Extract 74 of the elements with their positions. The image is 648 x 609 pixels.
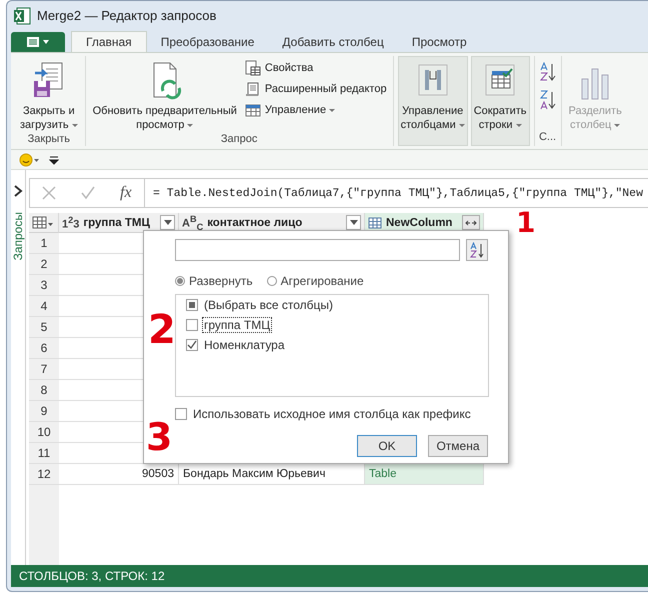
- ribbon-button[interactable]: Обновить предварительный просмотр: [90, 56, 240, 133]
- row-number: 6: [29, 338, 59, 359]
- menu-icon: [25, 36, 51, 48]
- status-bar: СТОЛБЦОВ: 3, СТРОК: 12: [11, 565, 648, 587]
- annotation-mark: 3: [146, 418, 172, 456]
- checkbox-option[interactable]: Использовать исходное имя столбца как префикс: [175, 407, 472, 421]
- annotation-mark: 1: [516, 209, 536, 237]
- radio-option[interactable]: Развернуть: [175, 274, 253, 288]
- ribbon-button[interactable]: Управление столбцами: [398, 56, 468, 146]
- formula-text: = Table.NestedJoin(Таблица7,{"группа ТМЦ"},Таблица5,{"группа ТМЦ"},"New: [152, 186, 644, 202]
- customize-toolbar-icon[interactable]: [49, 154, 59, 164]
- smiley-icon[interactable]: [19, 152, 41, 166]
- queries-pane-title: Запросы: [11, 212, 25, 260]
- filter-dropdown-button[interactable]: [160, 215, 175, 230]
- ribbon-tab[interactable]: Просмотр: [398, 31, 481, 52]
- row-number: 8: [29, 380, 59, 401]
- ribbon-button[interactable]: Управление: [242, 101, 389, 119]
- caret-icon: [164, 220, 172, 225]
- table-icon: [244, 102, 261, 118]
- expand-column-button[interactable]: [462, 215, 480, 230]
- radio-option[interactable]: Агрегирование: [266, 274, 364, 288]
- checkbox[interactable]: [186, 339, 198, 351]
- dialog-button[interactable]: OK: [357, 435, 417, 457]
- sort-descending-button[interactable]: [538, 90, 557, 110]
- sort-button[interactable]: [466, 239, 488, 261]
- group-label: Запрос: [220, 133, 258, 147]
- row-number: 5: [29, 317, 59, 338]
- checkbox-option[interactable]: Номенклатура: [186, 338, 478, 352]
- radio-button[interactable]: [175, 276, 185, 286]
- document-icon: [244, 81, 261, 97]
- checkbox-option[interactable]: (Выбрать все столбцы): [186, 298, 478, 312]
- annotation-mark: 2: [148, 310, 176, 350]
- group-label: Закрыть: [26, 133, 71, 147]
- dialog-button[interactable]: Отмена: [428, 435, 488, 457]
- function-button[interactable]: fx: [120, 184, 132, 202]
- row-number: 7: [29, 359, 59, 380]
- sort-az-icon: [469, 242, 486, 258]
- row-number: 9: [29, 401, 59, 422]
- excel-icon: [13, 6, 31, 24]
- checkbox[interactable]: [186, 319, 198, 331]
- caret-icon: [350, 220, 358, 225]
- ribbon-tab[interactable]: Преобразование: [146, 31, 268, 52]
- row-number: 11: [29, 443, 59, 464]
- row-number: 10: [29, 422, 59, 443]
- table-corner[interactable]: [29, 213, 59, 233]
- table-menu-icon[interactable]: [32, 216, 54, 230]
- ribbon-button[interactable]: Сократить строки: [470, 56, 530, 146]
- ribbon-button[interactable]: Закрыть и загрузить: [17, 56, 81, 133]
- row-number: 12: [29, 464, 59, 485]
- filter-dropdown-button[interactable]: [346, 215, 361, 230]
- ribbon-button[interactable]: Свойства: [242, 59, 389, 77]
- sort-ascending-button[interactable]: [538, 62, 557, 82]
- row-number: 2: [29, 254, 59, 275]
- expand-pane-icon[interactable]: [13, 184, 23, 198]
- file-menu-button[interactable]: [11, 32, 65, 52]
- radio-button[interactable]: [266, 276, 277, 286]
- group-label: С...: [538, 131, 557, 145]
- check-icon[interactable]: [81, 186, 96, 200]
- row-number: 3: [29, 275, 59, 296]
- ribbon-button[interactable]: Расширенный редактор: [242, 80, 389, 98]
- column-header[interactable]: 1$^{2}$3 группа ТМЦ: [59, 213, 179, 233]
- table-cell: Table: [365, 464, 484, 485]
- type-label: 1$^{2}$3: [62, 214, 80, 230]
- row-number: 1: [29, 233, 59, 254]
- window-title: Merge2 — Редактор запросов: [37, 8, 216, 23]
- checkbox[interactable]: [175, 408, 187, 420]
- expand-arrows-icon: [465, 218, 477, 226]
- checkbox[interactable]: [186, 299, 198, 311]
- properties-icon: [244, 60, 261, 76]
- ribbon-tab[interactable]: Главная: [71, 31, 147, 52]
- ribbon-tab[interactable]: Добавить столбец: [268, 31, 398, 52]
- row-number: 4: [29, 296, 59, 317]
- search-field[interactable]: [175, 239, 460, 261]
- checkbox-option[interactable]: группа ТМЦ: [186, 318, 478, 332]
